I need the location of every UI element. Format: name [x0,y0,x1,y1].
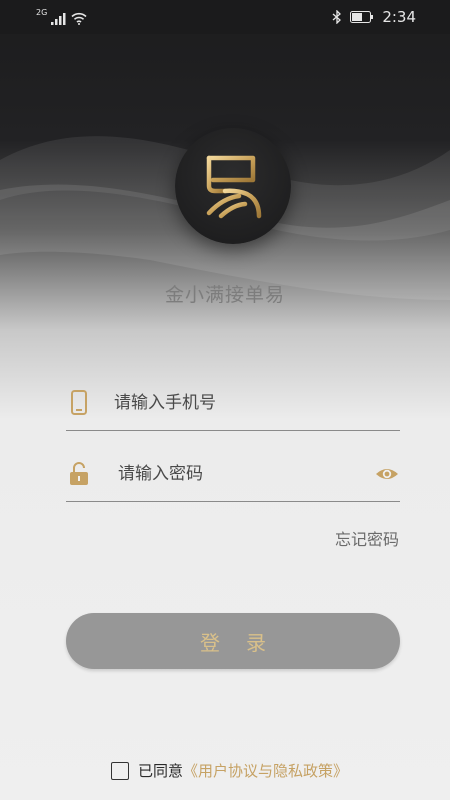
phone-field [66,380,400,431]
agreement-checkbox[interactable] [111,761,129,780]
yi-logo-icon [206,155,262,219]
signal-icon [51,13,66,25]
phone-input[interactable] [114,390,364,416]
login-button[interactable]: 登录 [66,613,400,669]
app-logo [175,128,291,244]
login-screen: 2G 2:34 金小满接单易 请输入手机号 忘记密码 登录 已同意 《用户协议与… [0,0,450,800]
wifi-icon [71,12,87,25]
status-right: 2:34 [332,8,416,26]
app-name: 金小满接单易 [164,284,285,306]
status-left: 2G [36,9,87,25]
lock-icon [70,462,88,485]
bluetooth-icon [332,10,342,24]
password-field [66,451,400,502]
phone-icon [71,390,87,415]
password-input[interactable] [118,461,368,487]
eye-icon[interactable] [374,461,400,487]
agreement-prefix: 已同意 [138,762,184,780]
agreement-row: 已同意 《用户协议与隐私政策》 [111,760,348,781]
clock: 2:34 [382,8,416,26]
forgot-password-link[interactable]: 忘记密码 [335,526,399,550]
agreement-link[interactable]: 《用户协议与隐私政策》 [183,760,348,781]
status-bar: 2G 2:34 [0,0,450,34]
network-type: 2G [36,8,48,17]
battery-icon [350,11,374,23]
